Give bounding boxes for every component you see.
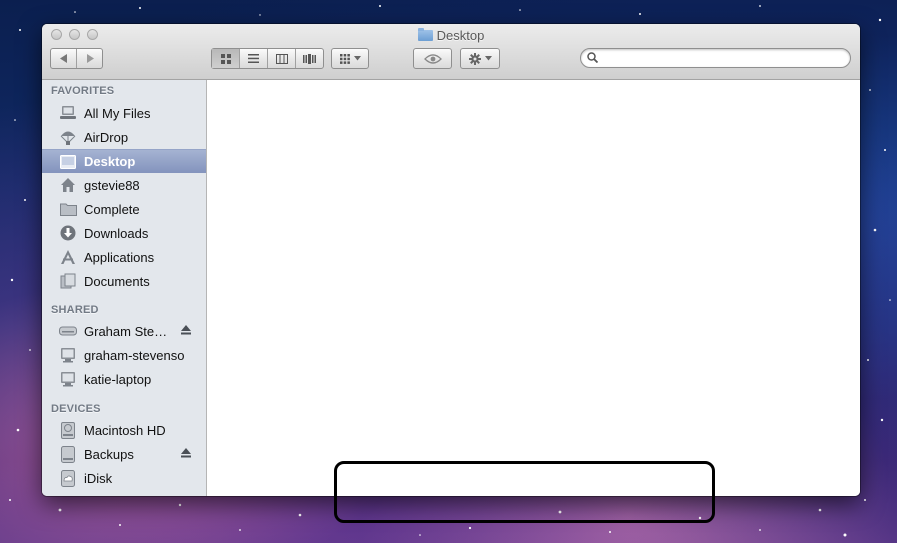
back-forward-control — [50, 48, 103, 69]
forward-arrow-icon — [86, 54, 94, 63]
eye-icon — [423, 53, 442, 64]
airdrop-icon — [59, 128, 77, 146]
computer-icon — [59, 346, 77, 364]
folder-icon — [59, 200, 77, 218]
computer-icon — [59, 370, 77, 388]
file-view-area[interactable] — [207, 80, 860, 496]
downloads-icon — [59, 224, 77, 242]
desktop-icon — [59, 153, 77, 171]
finder-window: Desktop FAVORITES All My Files AirDrop D… — [42, 24, 860, 496]
server-icon — [59, 322, 77, 340]
idisk-icon — [59, 469, 77, 487]
folder-icon — [417, 28, 433, 41]
sidebar-header-shared: SHARED — [51, 304, 99, 316]
column-view-icon — [275, 53, 288, 64]
sidebar-item-applications[interactable]: Applications — [42, 245, 206, 269]
sidebar-item-documents[interactable]: Documents — [42, 269, 206, 293]
sidebar: FAVORITES All My Files AirDrop Desktop g… — [42, 80, 207, 496]
sidebar-item-downloads[interactable]: Downloads — [42, 221, 206, 245]
search-icon — [587, 52, 598, 63]
documents-icon — [59, 272, 77, 290]
sidebar-item-all-my-files[interactable]: All My Files — [42, 101, 206, 125]
search-field[interactable] — [580, 48, 851, 68]
window-title: Desktop — [42, 28, 860, 43]
sidebar-item-katie-laptop[interactable]: katie-laptop — [42, 367, 206, 391]
chevron-down-icon — [484, 56, 492, 61]
external-drive-icon — [59, 445, 77, 463]
sidebar-item-graham-stevenson[interactable]: graham-stevenso — [42, 343, 206, 367]
list-view-icon — [248, 54, 259, 63]
coverflow-view-icon — [303, 53, 316, 64]
sidebar-header-favorites: FAVORITES — [51, 85, 115, 97]
eject-icon[interactable] — [181, 325, 191, 335]
eject-icon[interactable] — [181, 448, 191, 458]
back-arrow-icon — [59, 54, 67, 63]
applications-icon — [59, 248, 77, 266]
highlight-rectangle — [334, 461, 715, 523]
gear-icon — [468, 52, 481, 65]
search-input[interactable] — [601, 51, 845, 67]
icon-view-button[interactable] — [212, 49, 240, 68]
home-icon — [59, 176, 77, 194]
sidebar-item-macintosh-hd[interactable]: Macintosh HD — [42, 418, 206, 442]
quick-look-button[interactable] — [413, 48, 452, 69]
sidebar-header-devices: DEVICES — [51, 403, 101, 415]
icon-view-icon — [220, 53, 231, 64]
chevron-down-icon — [353, 56, 361, 61]
list-view-button[interactable] — [240, 49, 268, 68]
arrange-button[interactable] — [331, 48, 369, 69]
coverflow-view-button[interactable] — [296, 49, 323, 68]
forward-button[interactable] — [77, 49, 102, 68]
sidebar-item-gstevie88[interactable]: gstevie88 — [42, 173, 206, 197]
sidebar-item-backups[interactable]: Backups — [42, 442, 206, 466]
sidebar-item-idisk[interactable]: iDisk — [42, 466, 206, 490]
hard-drive-icon — [59, 421, 77, 439]
arrange-grid-icon — [339, 53, 350, 64]
sidebar-item-graham-server[interactable]: Graham Ste… — [42, 319, 206, 343]
back-button[interactable] — [51, 49, 77, 68]
all-files-icon — [59, 104, 77, 122]
toolbar: Desktop — [42, 24, 860, 80]
sidebar-item-desktop[interactable]: Desktop — [42, 149, 206, 173]
sidebar-item-airdrop[interactable]: AirDrop — [42, 125, 206, 149]
action-button[interactable] — [460, 48, 500, 69]
sidebar-item-complete[interactable]: Complete — [42, 197, 206, 221]
column-view-button[interactable] — [268, 49, 296, 68]
view-switcher — [211, 48, 324, 69]
